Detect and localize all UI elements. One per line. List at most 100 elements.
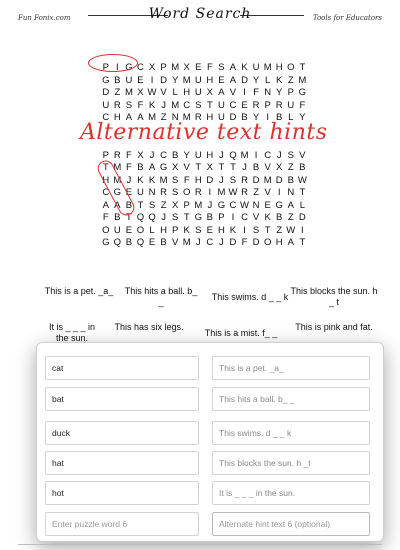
site-tagline: Tools for Educators	[312, 14, 382, 22]
puzzle-word-field-1[interactable]: cat	[45, 356, 199, 380]
grid-letter: K	[148, 99, 156, 111]
hint-text-field-5[interactable]: It is _ _ _ in the sun.	[212, 481, 370, 505]
grid-letter: K	[183, 224, 190, 236]
grid-letter: K	[229, 224, 237, 236]
grid-letter: M	[182, 74, 191, 86]
grid-letter: I	[150, 74, 154, 86]
grid-letter: E	[195, 62, 202, 73]
hint-1: This is a pet. _a_	[44, 286, 114, 296]
grid-letter: O	[287, 62, 295, 73]
puzzle-word-value: duck	[52, 428, 70, 438]
grid-letter: Z	[253, 187, 259, 198]
grid-letter: G	[298, 87, 307, 98]
grid-letter: O	[263, 237, 272, 248]
grid-letter: F	[137, 99, 144, 111]
grid-letter: A	[148, 162, 156, 173]
grid-letter: R	[252, 99, 260, 111]
grid-letter: P	[171, 224, 179, 236]
grid-letter: U	[137, 187, 144, 198]
grid-row: GQBQEBVMJCJDFDOHAT	[100, 237, 308, 250]
grid-letter: H	[275, 237, 283, 248]
grid-row: OUEOLHPKSEHKISTZWI	[100, 225, 308, 238]
found-word-circle	[88, 54, 138, 72]
hint-text-value: This hits a ball. b_ _	[219, 394, 295, 404]
puzzle-word-field-2[interactable]: bat	[45, 387, 199, 411]
grid-letter: D	[252, 174, 260, 186]
grid-letter: Y	[276, 87, 283, 98]
hint-text-field-4[interactable]: This blocks the sun. h _t	[212, 451, 370, 475]
grid-letter: Y	[171, 74, 179, 86]
grid-letter: M	[171, 99, 180, 111]
grid-letter: M	[124, 87, 133, 98]
grid-letter: S	[252, 224, 260, 236]
grid-letter: X	[137, 149, 144, 161]
grid-letter: H	[275, 62, 283, 73]
grid-letter: E	[264, 199, 271, 211]
puzzle-word-field-6[interactable]	[45, 512, 199, 536]
grid-letter: J	[207, 199, 213, 211]
worksheet-header: Fun Fonix.com Word Search Tools for Educ…	[18, 6, 382, 24]
grid-letter: M	[298, 74, 307, 86]
grid-letter: A	[102, 199, 109, 211]
grid-letter: B	[160, 237, 167, 248]
grid-letter: S	[195, 224, 202, 236]
grid-letter: L	[172, 87, 178, 98]
hint-6: This has six legs.	[114, 322, 184, 332]
grid-letter: V	[264, 162, 271, 173]
grid-letter: X	[276, 162, 283, 173]
grid-letter: C	[241, 212, 248, 223]
grid-letter: N	[287, 187, 295, 198]
grid-letter: F	[241, 237, 248, 248]
grid-letter: E	[218, 74, 225, 86]
footer-rule	[18, 544, 382, 545]
grid-letter: M	[217, 187, 226, 198]
grid-letter: W	[240, 199, 250, 211]
puzzle-word-field-5[interactable]: hot	[45, 481, 199, 505]
puzzle-word-field-4[interactable]: hat	[45, 451, 199, 475]
grid-letter: Q	[136, 237, 145, 248]
grid-letter: U	[102, 99, 110, 111]
grid-letter: Q	[113, 237, 122, 248]
grid-letter: H	[206, 74, 214, 86]
grid-letter: A	[287, 199, 294, 211]
hint-text-field-6[interactable]	[212, 512, 370, 536]
hint-text-input-6[interactable]	[219, 519, 363, 529]
grid-row: DZMXWVLHUXAVIFNYPG	[100, 87, 308, 100]
grid-letter: X	[183, 62, 190, 73]
grid-letter: M	[240, 149, 249, 161]
grid-letter: J	[219, 174, 224, 186]
grid-letter: D	[206, 174, 214, 186]
grid-letter: G	[159, 162, 168, 173]
hint-text-field-3[interactable]: This swims. d _ _ k	[212, 421, 370, 445]
hint-text-field-1[interactable]: This is a pet. _a_	[212, 356, 370, 380]
grid-letter: D	[298, 212, 306, 223]
grid-letter: Y	[252, 74, 260, 86]
grid-letter: M	[182, 237, 191, 248]
grid-letter: R	[241, 174, 248, 186]
hint-8: This is pink and fat.	[295, 322, 373, 332]
grid-letter: V	[160, 87, 167, 98]
grid-letter: R	[241, 187, 248, 198]
grid-letter: X	[171, 199, 179, 211]
puzzle-word-value: hot	[52, 488, 64, 498]
grid-letter: H	[194, 174, 202, 186]
grid-letter: T	[206, 99, 213, 111]
grid-letter: M	[194, 199, 203, 211]
grid-letter: L	[299, 199, 305, 211]
grid-letter: G	[275, 199, 283, 211]
grid-letter: U	[194, 87, 202, 98]
grid-letter: U	[125, 74, 133, 86]
grid-letter: C	[206, 237, 214, 248]
grid-letter: I	[277, 187, 281, 198]
grid-letter: J	[126, 174, 132, 186]
grid-letter: U	[252, 62, 260, 73]
grid-letter: T	[137, 199, 144, 211]
grid-letter: V	[299, 149, 306, 161]
grid-letter: T	[218, 162, 225, 173]
hint-text-field-2[interactable]: This hits a ball. b_ _	[212, 387, 370, 411]
grid-letter: P	[264, 99, 271, 111]
puzzle-word-field-3[interactable]: duck	[45, 421, 199, 445]
grid-letter: H	[217, 224, 225, 236]
grid-letter: U	[287, 99, 295, 111]
puzzle-word-input-6[interactable]	[52, 519, 192, 529]
